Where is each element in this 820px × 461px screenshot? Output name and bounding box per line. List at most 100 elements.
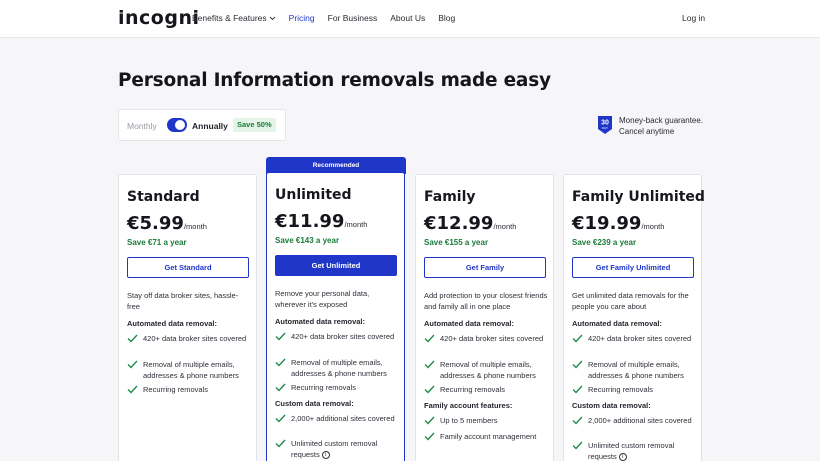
feature-label: 420+ data broker sites covered xyxy=(291,332,395,341)
feature-label: Recurring removals xyxy=(440,385,506,394)
nav-link-blog[interactable]: Blog xyxy=(438,13,455,23)
check-icon xyxy=(275,439,287,460)
feature-label: Unlimited custom removal requests xyxy=(291,439,378,459)
billing-toggle-switch[interactable] xyxy=(167,118,187,132)
check-icon xyxy=(572,360,584,381)
feature-label: 420+ data broker sites covered xyxy=(440,334,544,343)
guarantee-line-2: Cancel anytime xyxy=(619,127,675,136)
feature-text: 420+ data broker sites covered xyxy=(440,333,543,344)
plan-price: €19.99/month xyxy=(572,213,664,234)
nav-link-about[interactable]: About Us xyxy=(390,13,425,23)
feature-item: 2,000+ additional sites covered xyxy=(572,415,698,426)
price-amount: €11.99 xyxy=(275,211,345,232)
feature-item: Recurring removals xyxy=(127,384,253,395)
check-icon xyxy=(275,358,287,379)
feature-item: 420+ data broker sites covered xyxy=(572,333,698,344)
feature-text: 420+ data broker sites covered xyxy=(588,333,691,344)
feature-text: 2,000+ additional sites covered xyxy=(588,415,692,426)
feature-label: Recurring removals xyxy=(291,383,357,392)
feature-item: 420+ data broker sites covered xyxy=(127,333,253,344)
feature-item: Recurring removals xyxy=(572,384,698,395)
save-badge: Save 50% xyxy=(233,118,276,132)
get-plan-button[interactable]: Get Family xyxy=(424,257,546,278)
plan-savings: Save €143 a year xyxy=(275,236,340,245)
feature-text: Recurring removals xyxy=(143,384,208,395)
plan-description: Add protection to your closest friends a… xyxy=(424,291,548,311)
info-icon[interactable]: i xyxy=(321,451,330,460)
plan-title: Family xyxy=(424,189,476,205)
feature-text: Recurring removals xyxy=(440,384,505,395)
feature-item: Family account management xyxy=(424,431,550,442)
login-link[interactable]: Log in xyxy=(682,13,705,23)
check-icon xyxy=(127,334,139,344)
check-icon xyxy=(424,416,436,426)
feature-text: Unlimited custom removal requests i xyxy=(291,438,401,460)
check-icon xyxy=(275,414,287,424)
feature-label: Up to 5 members xyxy=(440,416,498,425)
nav-link-label: Benefits & Features xyxy=(192,13,267,23)
feature-text: 420+ data broker sites covered xyxy=(291,331,394,342)
check-icon xyxy=(572,441,584,461)
price-period: /month xyxy=(493,222,517,231)
feature-label: Removal of multiple emails, addresses & … xyxy=(291,358,387,378)
get-plan-button[interactable]: Get Unlimited xyxy=(275,255,397,276)
feature-item: 420+ data broker sites covered xyxy=(275,331,401,342)
plan-price: €5.99/month xyxy=(127,213,207,234)
badge-unit: DAY xyxy=(602,126,608,130)
plan-card: Unlimited €11.99/month Save €143 a year … xyxy=(266,172,405,461)
feature-label: 2,000+ additional sites covered xyxy=(291,414,395,423)
plan-card: Family €12.99/month Save €155 a year Get… xyxy=(415,174,554,461)
check-icon xyxy=(572,385,584,395)
toggle-knob xyxy=(175,120,185,130)
annually-label[interactable]: Annually xyxy=(192,121,228,131)
feature-text: 2,000+ additional sites covered xyxy=(291,413,395,424)
feature-text: Up to 5 members xyxy=(440,415,498,426)
feature-item: Removal of multiple emails, addresses & … xyxy=(424,359,550,381)
plan-card: Standard €5.99/month Save €71 a year Get… xyxy=(118,174,257,461)
guarantee-text: Money-back guarantee. Cancel anytime xyxy=(619,115,703,137)
plan-price: €12.99/month xyxy=(424,213,516,234)
shield-30-icon: 30 DAY xyxy=(598,116,612,134)
feature-text: Recurring removals xyxy=(588,384,653,395)
check-icon xyxy=(572,416,584,426)
get-plan-button[interactable]: Get Standard xyxy=(127,257,249,278)
feature-item: Unlimited custom removal requests i xyxy=(572,440,698,461)
feature-label: 420+ data broker sites covered xyxy=(143,334,247,343)
logo[interactable]: incogni xyxy=(118,7,200,29)
plan-title: Unlimited xyxy=(275,187,352,203)
check-icon xyxy=(424,334,436,344)
feature-item: Up to 5 members xyxy=(424,415,550,426)
plan-price: €11.99/month xyxy=(275,211,367,232)
feature-section-heading: Automated data removal: xyxy=(275,317,366,326)
feature-text: Removal of multiple emails, addresses & … xyxy=(143,359,253,381)
feature-label: 2,000+ additional sites covered xyxy=(588,416,692,425)
check-icon xyxy=(275,383,287,393)
feature-label: Removal of multiple emails, addresses & … xyxy=(440,360,536,380)
feature-section-heading: Custom data removal: xyxy=(572,401,651,410)
plan-title: Family Unlimited xyxy=(572,189,705,205)
billing-toggle-box: Monthly Annually Save 50% xyxy=(118,109,286,141)
feature-label: Removal of multiple emails, addresses & … xyxy=(588,360,684,380)
feature-text: Removal of multiple emails, addresses & … xyxy=(440,359,550,381)
nav-links: Benefits & Features Pricing For Business… xyxy=(192,13,468,23)
feature-item: Recurring removals xyxy=(424,384,550,395)
nav-link-business[interactable]: For Business xyxy=(328,13,378,23)
nav-link-benefits[interactable]: Benefits & Features xyxy=(192,13,276,23)
feature-section-heading: Automated data removal: xyxy=(424,319,515,328)
check-icon xyxy=(424,432,436,442)
price-period: /month xyxy=(183,222,207,231)
plan-savings: Save €71 a year xyxy=(127,238,187,247)
feature-item: 420+ data broker sites covered xyxy=(424,333,550,344)
plan-savings: Save €155 a year xyxy=(424,238,489,247)
plan-description: Get unlimited data removals for the peop… xyxy=(572,291,689,311)
get-plan-button[interactable]: Get Family Unlimited xyxy=(572,257,694,278)
check-icon xyxy=(127,360,139,381)
plan-card: Family Unlimited €19.99/month Save €239 … xyxy=(563,174,705,461)
feature-label: Unlimited custom removal requests xyxy=(588,441,675,461)
price-amount: €12.99 xyxy=(424,213,494,234)
price-period: /month xyxy=(344,220,368,229)
nav-link-pricing[interactable]: Pricing xyxy=(289,13,315,23)
info-icon[interactable]: i xyxy=(618,453,627,461)
feature-text: Unlimited custom removal requests i xyxy=(588,440,698,461)
monthly-label[interactable]: Monthly xyxy=(127,121,157,131)
